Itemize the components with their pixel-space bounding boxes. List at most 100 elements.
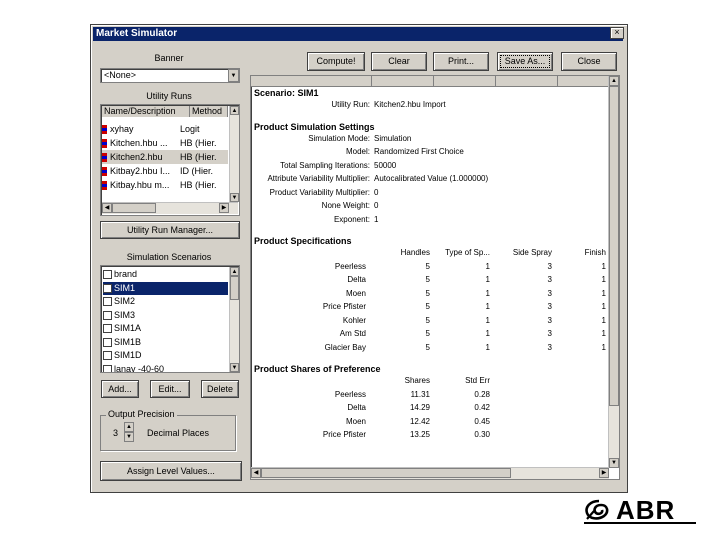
run-icon bbox=[102, 139, 107, 149]
utility-run-manager-button[interactable]: Utility Run Manager... bbox=[100, 221, 240, 239]
scroll-down-icon[interactable]: ▼ bbox=[609, 458, 619, 468]
checkbox[interactable]: ✓ bbox=[103, 283, 112, 293]
scroll-up-icon[interactable]: ▲ bbox=[230, 267, 239, 276]
scroll-left-icon[interactable]: ◀ bbox=[251, 468, 261, 478]
chevron-down-icon[interactable]: ▼ bbox=[228, 69, 239, 82]
setting-key: None Weight: bbox=[321, 201, 370, 211]
add-scenario-button[interactable]: Add... bbox=[101, 380, 139, 398]
run-name: Kitbay2.hbu I... bbox=[110, 166, 171, 176]
table-row: Am Std 5 1 3 1 bbox=[339, 329, 606, 339]
utility-runs-rows: xyhay Logit Kitchen.hbu ... HB (Hier. Kitc… bbox=[102, 122, 228, 192]
run-name: Kitchen2.hbu bbox=[110, 152, 163, 162]
close-icon[interactable]: × bbox=[610, 27, 624, 39]
setting-key: Exponent: bbox=[333, 214, 370, 224]
report-content: Scenario: SIM1 Utility Run: Kitchen2.hbu … bbox=[254, 88, 606, 442]
list-item[interactable]: SIM3 bbox=[103, 309, 228, 323]
scroll-down-icon[interactable]: ▼ bbox=[230, 193, 239, 202]
scenarios-list[interactable]: brand ✓ SIM1 SIM2 SIM3 SIM1A SIM1B SIM1D … bbox=[100, 265, 240, 373]
setting-key: Total Sampling Iterations: bbox=[280, 160, 370, 170]
list-item[interactable]: SIM2 bbox=[103, 295, 228, 309]
vertical-scrollbar[interactable]: ▲ ▼ bbox=[608, 76, 619, 468]
table-row: Peerless 5 1 3 1 bbox=[334, 261, 606, 271]
horizontal-scrollbar[interactable]: ◀ ▶ bbox=[102, 202, 238, 214]
spinner-down-icon[interactable]: ▼ bbox=[124, 432, 134, 442]
run-name: Kitchen.hbu ... bbox=[110, 138, 168, 148]
scroll-right-icon[interactable]: ▶ bbox=[599, 468, 609, 478]
scroll-up-icon[interactable]: ▲ bbox=[230, 106, 239, 115]
scroll-thumb[interactable] bbox=[609, 86, 619, 406]
list-item[interactable]: Kitchen.hbu ... HB (Hier. bbox=[102, 136, 228, 150]
checkbox[interactable] bbox=[103, 337, 112, 347]
list-item[interactable]: lanay -40-60 bbox=[103, 363, 228, 373]
setting-value: 50000 bbox=[374, 160, 397, 170]
list-item[interactable]: Kitbay2.hbu I... ID (Hier. bbox=[102, 164, 228, 178]
delete-scenario-button[interactable]: Delete bbox=[201, 380, 239, 398]
checkbox[interactable] bbox=[103, 297, 112, 307]
checkbox[interactable] bbox=[103, 310, 112, 320]
spinner-up-icon[interactable]: ▲ bbox=[124, 422, 134, 432]
list-item-selected[interactable]: Kitchen2.hbu HB (Hier. bbox=[102, 150, 228, 164]
scroll-right-icon[interactable]: ▶ bbox=[219, 203, 229, 213]
list-item[interactable]: brand bbox=[103, 268, 228, 282]
setting-value: 0 bbox=[374, 187, 379, 197]
list-item-selected[interactable]: ✓ SIM1 bbox=[103, 281, 228, 295]
list-item[interactable]: Kitbay.hbu m... HB (Hier. bbox=[102, 178, 228, 192]
banner-select[interactable]: <None> ▼ bbox=[100, 68, 240, 83]
utility-runs-label: Utility Runs bbox=[146, 91, 192, 101]
scroll-left-icon[interactable]: ◀ bbox=[102, 203, 112, 213]
scroll-up-icon[interactable]: ▲ bbox=[609, 76, 619, 86]
banner-label: Banner bbox=[154, 53, 184, 63]
checkbox[interactable] bbox=[103, 270, 112, 280]
abr-logo: ABR bbox=[584, 496, 696, 524]
swirl-logo-icon bbox=[585, 499, 609, 520]
spec-col-header: Handles bbox=[400, 248, 430, 258]
setting-value: Randomized First Choice bbox=[374, 147, 464, 157]
table-row: Moen 12.42 0.45 bbox=[345, 416, 490, 426]
checkbox[interactable] bbox=[103, 324, 112, 334]
scroll-thumb[interactable] bbox=[261, 468, 511, 478]
vertical-scrollbar[interactable]: ▲ ▼ bbox=[229, 106, 239, 202]
report-header-strip bbox=[251, 76, 609, 87]
utility-runs-list[interactable]: Name/Description Method xyhay Logit Kitch… bbox=[100, 104, 240, 216]
table-row: Price Pfister 13.25 0.30 bbox=[322, 430, 490, 440]
settings-table: Simulation Mode: Simulation Model: Randomi… bbox=[254, 132, 488, 227]
list-item[interactable]: SIM1A bbox=[103, 322, 228, 336]
window-title: Market Simulator bbox=[93, 27, 623, 41]
compute-button[interactable]: Compute! bbox=[307, 52, 365, 71]
column-header-method[interactable]: Method bbox=[190, 106, 228, 117]
scroll-thumb[interactable] bbox=[230, 276, 239, 300]
scenario-label: SIM1B bbox=[114, 336, 142, 347]
run-icon bbox=[102, 125, 107, 135]
run-method: Logit bbox=[180, 124, 200, 134]
output-precision-label: Output Precision bbox=[106, 409, 177, 419]
list-item[interactable]: SIM1D bbox=[103, 349, 228, 363]
scroll-thumb[interactable] bbox=[112, 203, 156, 213]
vertical-scrollbar[interactable]: ▲ ▼ bbox=[229, 267, 239, 372]
column-header-name[interactable]: Name/Description bbox=[102, 106, 190, 117]
report-panel[interactable]: Scenario: SIM1 Utility Run: Kitchen2.hbu … bbox=[250, 75, 620, 480]
horizontal-scrollbar[interactable]: ◀ ▶ bbox=[251, 467, 609, 479]
checkbox[interactable] bbox=[103, 364, 112, 372]
list-item[interactable]: SIM1B bbox=[103, 336, 228, 350]
header-divider bbox=[433, 76, 434, 86]
precision-unit: Decimal Places bbox=[147, 428, 210, 438]
assign-level-values-button[interactable]: Assign Level Values... bbox=[100, 461, 242, 481]
setting-value: 0 bbox=[374, 201, 379, 211]
shares-table: Shares Std Err Peerless 11.31 0.28 Delta 14.… bbox=[254, 374, 490, 442]
specs-heading: Product Specifications bbox=[254, 236, 352, 246]
checkbox[interactable] bbox=[103, 351, 112, 361]
scenario-label: lanay -40-60 bbox=[114, 363, 165, 373]
close-button[interactable]: Close bbox=[561, 52, 617, 71]
scenario-items: brand ✓ SIM1 SIM2 SIM3 SIM1A SIM1B SIM1D … bbox=[103, 268, 228, 373]
scroll-down-icon[interactable]: ▼ bbox=[230, 363, 239, 372]
setting-value: Simulation bbox=[374, 133, 412, 143]
print-button[interactable]: Print... bbox=[433, 52, 489, 71]
save-as-button[interactable]: Save As... bbox=[497, 52, 553, 71]
setting-key: Model: bbox=[345, 147, 370, 157]
run-icon bbox=[102, 167, 107, 177]
clear-button[interactable]: Clear bbox=[371, 52, 427, 71]
setting-value: 1 bbox=[374, 214, 379, 224]
edit-scenario-button[interactable]: Edit... bbox=[150, 380, 190, 398]
run-method: HB (Hier. bbox=[180, 180, 217, 190]
list-item[interactable]: xyhay Logit bbox=[102, 122, 228, 136]
